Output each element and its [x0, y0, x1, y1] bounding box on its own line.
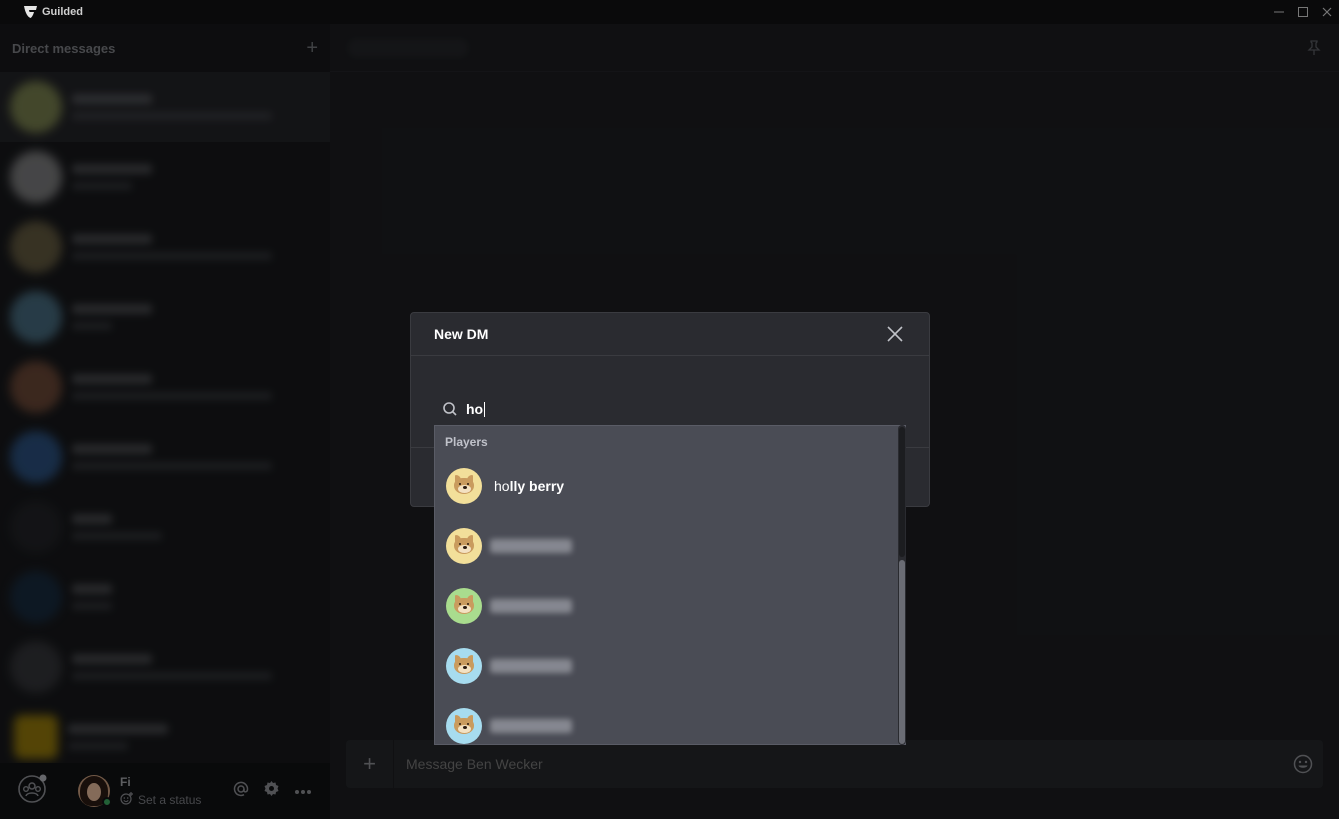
section-label-players: Players: [445, 435, 488, 449]
search-input-value: ho: [466, 400, 484, 417]
search-input[interactable]: ho: [466, 400, 486, 418]
suggestion-item[interactable]: [435, 701, 895, 751]
avatar: [446, 468, 482, 504]
redacted-name: [490, 719, 572, 733]
suggestion-item[interactable]: [435, 581, 895, 631]
suggestion-item[interactable]: holly berry: [435, 461, 895, 511]
suggestion-item[interactable]: [435, 641, 895, 691]
player-search-field[interactable]: ho: [435, 393, 905, 425]
avatar: [446, 708, 482, 744]
modal-header: New DM: [411, 313, 929, 356]
close-window-icon[interactable]: [1321, 6, 1333, 18]
close-icon[interactable]: [887, 326, 903, 347]
suggestion-item[interactable]: [435, 521, 895, 571]
avatar: [446, 648, 482, 684]
minimize-icon[interactable]: [1273, 6, 1285, 18]
title-bar: Guilded: [0, 0, 1339, 24]
redacted-name: [490, 659, 572, 673]
suggestion-name: holly berry: [494, 478, 564, 494]
redacted-name: [490, 539, 572, 553]
player-suggestions-dropdown: Players holly berry: [434, 425, 906, 745]
dropdown-scrollbar[interactable]: [898, 425, 906, 745]
avatar: [446, 588, 482, 624]
window-controls: [1273, 0, 1333, 24]
search-icon: [442, 401, 458, 417]
app-title: Guilded: [42, 6, 83, 18]
guilded-logo-icon: [24, 5, 38, 19]
text-caret: [484, 402, 486, 418]
modal-title: New DM: [434, 326, 489, 342]
maximize-icon[interactable]: [1297, 6, 1309, 18]
avatar: [446, 528, 482, 564]
name-match-highlight: ho: [494, 478, 510, 494]
name-rest: lly berry: [509, 478, 565, 494]
redacted-name: [490, 599, 572, 613]
scrollbar-thumb[interactable]: [899, 560, 905, 744]
